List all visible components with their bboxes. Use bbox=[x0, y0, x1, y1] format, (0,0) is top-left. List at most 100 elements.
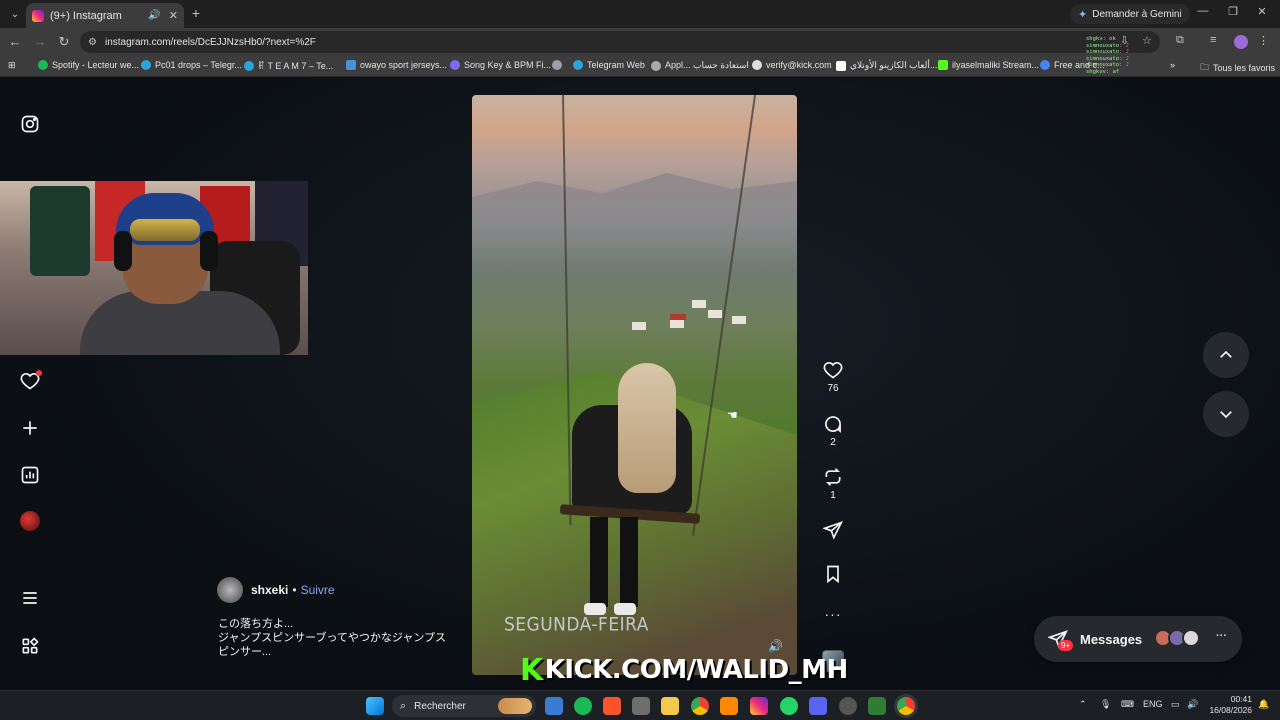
kick-stream-overlay: K KICK.COM/WALID_MH bbox=[520, 652, 848, 688]
bookmark-item[interactable]: Appl... استعادة حساب bbox=[651, 60, 749, 71]
send-icon bbox=[823, 521, 843, 540]
previous-reel-button[interactable] bbox=[1203, 332, 1249, 378]
taskbar-search[interactable]: ⌕ Rechercher bbox=[392, 695, 536, 717]
file-explorer-icon[interactable] bbox=[661, 697, 679, 715]
back-icon[interactable]: ← bbox=[7, 34, 23, 50]
create-icon[interactable] bbox=[19, 417, 41, 439]
extensions-icon[interactable]: ⧉ bbox=[1176, 34, 1184, 47]
repost-count: 1 bbox=[830, 490, 836, 501]
apps-grid-icon[interactable]: ⊞ bbox=[8, 60, 16, 71]
kick-app-icon[interactable] bbox=[868, 697, 886, 715]
author-username[interactable]: shxeki bbox=[251, 583, 288, 597]
village-houses bbox=[612, 300, 772, 350]
profile-avatar-icon[interactable] bbox=[1234, 35, 1248, 49]
volume-tray-icon[interactable]: 🔊 bbox=[1187, 699, 1198, 710]
like-button[interactable]: 76 bbox=[822, 360, 844, 394]
repost-button[interactable]: 1 bbox=[822, 467, 844, 501]
instagram-icon[interactable] bbox=[19, 113, 41, 135]
browser-menu-icon[interactable]: ⋮ bbox=[1258, 34, 1269, 47]
new-tab-button[interactable]: + bbox=[188, 5, 204, 21]
reload-icon[interactable]: ↻ bbox=[56, 34, 72, 50]
author-avatar[interactable] bbox=[217, 577, 243, 603]
restore-icon[interactable]: ❐ bbox=[1223, 5, 1243, 18]
share-button[interactable] bbox=[822, 520, 844, 540]
messages-button[interactable]: 9+ Messages ··· bbox=[1034, 616, 1242, 662]
instagram-app-icon[interactable] bbox=[750, 697, 768, 715]
mouse-cursor-icon: ☚ bbox=[727, 408, 738, 422]
video-text-overlay: SEGUNDA-FEIRA bbox=[504, 614, 649, 636]
volume-icon[interactable]: 🔊 bbox=[768, 639, 783, 653]
bookmark-item[interactable]: ilyaselmaliki Stream... bbox=[938, 60, 1039, 70]
obs-icon[interactable] bbox=[839, 697, 857, 715]
messages-badge: 9+ bbox=[1058, 640, 1074, 651]
comment-button[interactable]: 2 bbox=[822, 414, 844, 448]
streamer-webcam bbox=[0, 181, 308, 355]
profile-avatar[interactable] bbox=[20, 511, 40, 531]
bookmark-star-icon[interactable]: ☆ bbox=[1142, 34, 1152, 47]
bookmark-item[interactable]: Telegram Web bbox=[573, 60, 645, 70]
speaker-icon[interactable]: 🔊 bbox=[148, 10, 160, 21]
network-icon[interactable]: ▭ bbox=[1171, 699, 1180, 710]
url-input[interactable]: ⚙ instagram.com/reels/DcEJJNzsHb0/?next=… bbox=[80, 31, 1160, 53]
keyboard-icon[interactable]: ⌨ bbox=[1121, 699, 1134, 710]
telegram-icon bbox=[141, 60, 151, 70]
bookmark-item[interactable]: ألعاب الكازينو الأونلاي... bbox=[836, 60, 937, 71]
bookmarks-overflow-icon[interactable]: » bbox=[1170, 60, 1175, 70]
spotify-icon bbox=[38, 60, 48, 70]
vlc-icon[interactable] bbox=[720, 697, 738, 715]
gemini-label: Demander à Gemini bbox=[1092, 8, 1182, 20]
bookmark-item[interactable]: ꂵ T E A M 7 – Te... bbox=[244, 60, 333, 72]
media-controls-icon[interactable]: ≡ bbox=[1210, 34, 1216, 46]
bookmark-item[interactable] bbox=[552, 60, 562, 70]
save-button[interactable] bbox=[822, 564, 844, 584]
folder-icon: 🗀 bbox=[1200, 62, 1210, 72]
owayo-icon bbox=[346, 60, 356, 70]
follow-button[interactable]: Suivre bbox=[301, 583, 335, 597]
chevron-down-icon bbox=[1220, 411, 1232, 419]
kick-icon bbox=[938, 60, 948, 70]
windows-start-icon[interactable] bbox=[366, 697, 384, 715]
avatar bbox=[1182, 629, 1200, 647]
gemini-button[interactable]: ✦ Demander à Gemini bbox=[1070, 4, 1190, 24]
tab-instagram[interactable]: (9+) Instagram 🔊 ✕ bbox=[26, 3, 184, 28]
whatsapp-icon[interactable] bbox=[780, 697, 798, 715]
reel-video[interactable]: SEGUNDA-FEIRA 🔊 bbox=[472, 95, 797, 675]
defender-icon[interactable] bbox=[545, 697, 563, 715]
song-key-icon bbox=[450, 60, 460, 70]
dashboard-icon[interactable] bbox=[19, 464, 41, 486]
like-count: 76 bbox=[827, 383, 839, 394]
next-reel-button[interactable] bbox=[1203, 391, 1249, 437]
bookmark-item[interactable]: Pc01 drops – Telegr... bbox=[141, 60, 242, 70]
system-clock[interactable]: 00:41 16/08/2026 bbox=[1206, 694, 1252, 716]
bookmark-item[interactable]: Song Key & BPM Fi... bbox=[450, 60, 551, 70]
all-bookmarks-folder[interactable]: 🗀 Tous les favoris bbox=[1200, 60, 1275, 76]
clock-time: 00:41 bbox=[1230, 694, 1252, 704]
close-window-icon[interactable]: ✕ bbox=[1252, 5, 1272, 18]
notification-bell-icon[interactable]: 🔔 bbox=[1258, 699, 1269, 710]
minimize-icon[interactable]: — bbox=[1193, 5, 1213, 17]
tray-overflow-icon[interactable]: ⌃ bbox=[1079, 699, 1087, 710]
close-tab-icon[interactable]: ✕ bbox=[169, 9, 178, 22]
forward-icon[interactable]: → bbox=[32, 34, 48, 50]
reel-caption[interactable]: この落ち方よ... ジャンプスピンサーブってやつかなジャンプスピンサー... bbox=[218, 617, 448, 659]
chat-line: simnouxato: ♪ bbox=[1086, 55, 1130, 62]
menu-icon[interactable] bbox=[19, 587, 41, 609]
discord-icon[interactable] bbox=[809, 697, 827, 715]
bookmark-item[interactable]: verify@kick.com bbox=[752, 60, 832, 70]
language-indicator[interactable]: ENG bbox=[1143, 699, 1163, 709]
apps-icon[interactable] bbox=[19, 635, 41, 657]
spotify-icon[interactable] bbox=[574, 697, 592, 715]
search-icon: ⌕ bbox=[400, 699, 407, 712]
tab-search-button[interactable]: ⌄ bbox=[6, 5, 24, 23]
chrome-icon[interactable] bbox=[691, 697, 709, 715]
calculator-icon[interactable] bbox=[632, 697, 650, 715]
microphone-icon[interactable]: 🎙 bbox=[1100, 699, 1111, 710]
clock-date: 16/08/2026 bbox=[1209, 705, 1252, 715]
bookmark-item[interactable]: owayo sport jerseys... bbox=[346, 60, 447, 70]
bookmark-item[interactable]: Spotify - Lecteur we... bbox=[38, 60, 139, 70]
instagram-favicon-icon bbox=[32, 9, 44, 22]
more-options-button[interactable]: ··· bbox=[822, 606, 844, 622]
chrome-active-icon[interactable] bbox=[897, 697, 915, 715]
site-info-icon[interactable]: ⚙ bbox=[88, 37, 97, 48]
brave-icon[interactable] bbox=[603, 697, 621, 715]
